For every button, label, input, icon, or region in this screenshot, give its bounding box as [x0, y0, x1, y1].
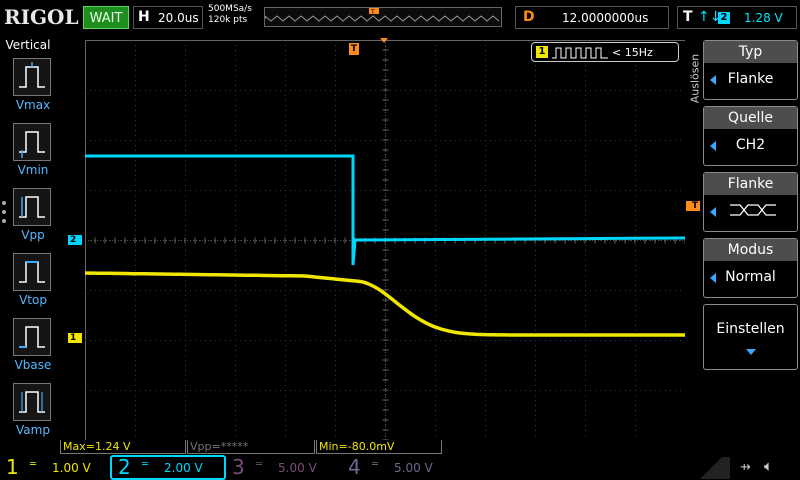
ch2-waveform	[85, 154, 685, 266]
measure-vpp-label: Vpp	[21, 228, 45, 242]
dc-coupling-icon: ═	[256, 459, 263, 470]
measure-result-min[interactable]: Min=-80.0mV	[316, 440, 442, 454]
channel-1-number: 1	[6, 455, 19, 479]
measure-vpp-button[interactable]: Vpp	[10, 188, 56, 250]
either-edge-icon	[730, 204, 776, 216]
readout-frequency: < 15Hz	[612, 46, 653, 59]
menu-source-value: CH2	[735, 137, 766, 153]
speaker-muted-icon[interactable]: 🔈︎	[764, 457, 773, 475]
trigger-level-marker[interactable]: T	[686, 201, 700, 211]
page-indicator	[2, 201, 6, 228]
sample-rate: 500MSa/s	[208, 4, 252, 14]
ch1-offset-marker[interactable]: 1	[68, 333, 82, 343]
memory-overview-strip[interactable]: T	[264, 7, 502, 27]
channel-1-scale: 1.00 V	[52, 461, 91, 475]
measure-vmax-label: Vmax	[15, 98, 51, 112]
corner-tab-decoration	[700, 457, 730, 479]
menu-type-title: Typ	[704, 41, 797, 63]
menu-slope-title: Flanke	[704, 173, 797, 195]
horizontal-timebase[interactable]: H 20.0us	[133, 6, 203, 29]
trigger-level-value: 1.28 V	[744, 11, 783, 25]
trigger-status[interactable]: T ↑↓ 2 1.28 V	[677, 6, 797, 29]
ch1-waveform	[85, 271, 685, 337]
pulse-vmax-icon	[13, 58, 51, 96]
chevron-down-icon	[746, 349, 756, 355]
dc-coupling-icon: ═	[142, 459, 149, 470]
delay-label: D	[523, 9, 535, 25]
dc-coupling-icon: ═	[30, 459, 37, 470]
channel-bar: 1 ═ 1.00 V 2 ═ 2.00 V 3 ═ 5.00 V 4 ═ 5.0…	[0, 455, 800, 480]
top-status-bar: RIGOL WAIT H 20.0us 500MSa/s 120k pts T …	[0, 0, 800, 36]
measure-vamp-button[interactable]: Vamp	[10, 383, 56, 445]
measure-vbase-label: Vbase	[14, 358, 52, 372]
trigger-time-marker[interactable]: T	[349, 43, 359, 55]
waveform-display[interactable]	[85, 40, 685, 440]
menu-source-title: Quelle	[704, 107, 797, 129]
menu-source[interactable]: Quelle CH2	[703, 106, 798, 166]
pulse-vmin-icon	[13, 123, 51, 161]
channel-2-tab[interactable]: 2 ═ 2.00 V	[110, 455, 226, 480]
trigger-position-arrow	[380, 38, 388, 43]
pulse-vbase-icon	[13, 318, 51, 356]
menu-mode[interactable]: Modus Normal	[703, 238, 798, 298]
horizontal-label: H	[138, 9, 150, 25]
menu-type[interactable]: Typ Flanke	[703, 40, 798, 100]
channel-4-tab[interactable]: 4 ═ 5.00 V	[342, 455, 458, 480]
brand-logo: RIGOL	[4, 5, 79, 29]
menu-type-value: Flanke	[727, 71, 774, 87]
square-wave-icon	[552, 47, 608, 59]
memory-waveform-overview: T	[264, 8, 500, 22]
measure-vmin-button[interactable]: Vmin	[10, 123, 56, 185]
arrow-left-icon	[710, 207, 716, 217]
svg-text:T: T	[370, 9, 375, 16]
settings-label: Einstellen	[716, 321, 785, 337]
channel-4-scale: 5.00 V	[394, 461, 433, 475]
measure-vbase-button[interactable]: Vbase	[10, 318, 56, 380]
menu-mode-title: Modus	[704, 239, 797, 261]
measure-vmin-label: Vmin	[17, 163, 49, 177]
waveform-traces	[85, 154, 685, 337]
measure-vamp-label: Vamp	[16, 423, 50, 437]
trigger-menu: Typ Flanke Quelle CH2 Flanke Modus Norma…	[703, 38, 800, 438]
pulse-vamp-icon	[13, 383, 51, 421]
usb-icon: ⇸	[740, 460, 751, 475]
channel-2-number: 2	[118, 455, 131, 479]
trigger-label: T	[683, 9, 693, 25]
acquisition-info: 500MSa/s 120k pts	[208, 4, 252, 26]
channel-4-number: 4	[348, 455, 361, 479]
readout-channel-badge: 1	[536, 46, 548, 58]
trigger-frequency-readout: 1 < 15Hz	[531, 42, 679, 62]
channel-1-tab[interactable]: 1 ═ 1.00 V	[0, 455, 110, 480]
ch2-offset-marker[interactable]: 2	[68, 235, 82, 245]
measurement-sidebar: Vertical Vmax Vmin Vpp Vtop Vbase Vamp	[0, 36, 60, 454]
measure-result-max[interactable]: Max=1.24 V	[60, 440, 186, 454]
measure-vtop-button[interactable]: Vtop	[10, 253, 56, 315]
delay-value: 12.0000000us	[562, 11, 649, 25]
menu-side-label: Auslösen	[688, 53, 702, 104]
pulse-vpp-icon	[13, 188, 51, 226]
channel-3-number: 3	[232, 455, 245, 479]
channel-3-tab[interactable]: 3 ═ 5.00 V	[226, 455, 342, 480]
dc-coupling-icon: ═	[372, 459, 379, 470]
measure-result-vpp[interactable]: Vpp=*****	[187, 440, 315, 454]
run-state-badge[interactable]: WAIT	[83, 6, 129, 29]
settings-button[interactable]: Einstellen	[703, 304, 798, 370]
timebase-value: 20.0us	[158, 11, 199, 25]
memory-depth: 120k pts	[208, 15, 248, 25]
menu-mode-value: Normal	[725, 269, 776, 285]
measure-vtop-label: Vtop	[19, 293, 47, 307]
trigger-source-badge: 2	[718, 12, 730, 24]
pulse-vtop-icon	[13, 253, 51, 291]
channel-2-scale: 2.00 V	[164, 461, 203, 475]
measure-vmax-button[interactable]: Vmax	[10, 58, 56, 120]
sidebar-title: Vertical	[5, 38, 51, 52]
menu-slope[interactable]: Flanke	[703, 172, 798, 232]
channel-3-scale: 5.00 V	[278, 461, 317, 475]
horizontal-delay[interactable]: D 12.0000000us	[515, 6, 669, 29]
